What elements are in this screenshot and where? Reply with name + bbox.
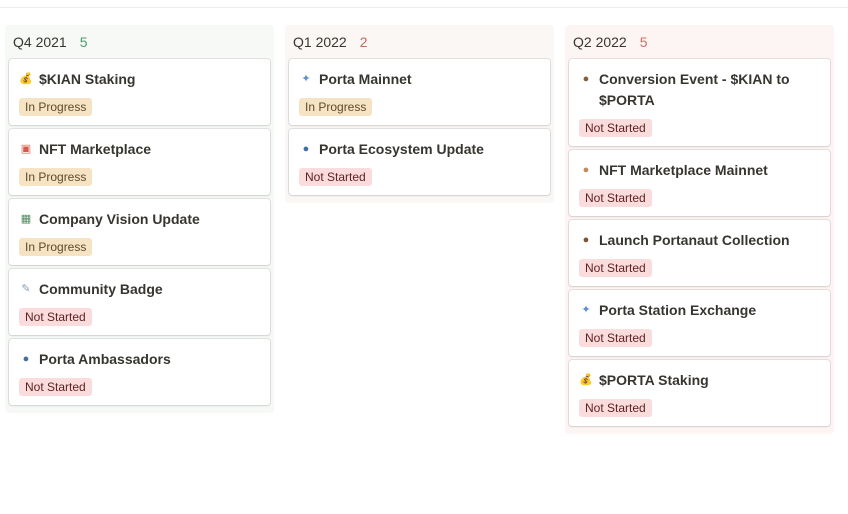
card-title: NFT Marketplace Mainnet — [599, 162, 768, 178]
roadmap-card[interactable]: ✎ Community Badge Not Started — [9, 269, 270, 335]
status-badge: Not Started — [579, 329, 652, 347]
roadmap-card[interactable]: ● Porta Ecosystem Update Not Started — [289, 129, 550, 195]
monkey-face-icon: ● — [582, 164, 590, 176]
card-title: $KIAN Staking — [39, 71, 136, 87]
column-count: 5 — [639, 34, 648, 50]
column-header[interactable]: Q4 2021 5 — [9, 25, 270, 59]
column-header[interactable]: Q1 2022 2 — [289, 25, 550, 59]
card-title-row: 💰 $KIAN Staking — [19, 69, 260, 90]
money-bag-icon: 💰 — [19, 73, 33, 85]
card-title-row: ▣ NFT Marketplace — [19, 139, 260, 160]
status-badge: Not Started — [579, 189, 652, 207]
astronaut-icon: ● — [582, 234, 590, 246]
roadmap-card[interactable]: ▦ Company Vision Update In Progress — [9, 199, 270, 265]
card-title: Porta Station Exchange — [599, 302, 757, 318]
status-badge: In Progress — [19, 238, 93, 256]
roadmap-card[interactable]: ● NFT Marketplace Mainnet Not Started — [569, 150, 830, 216]
status-badge: Not Started — [579, 119, 652, 137]
roadmap-card[interactable]: ✦ Porta Station Exchange Not Started — [569, 290, 830, 356]
roadmap-card[interactable]: ▣ NFT Marketplace In Progress — [9, 129, 270, 195]
card-title: Conversion Event - $KIAN to $PORTA — [599, 71, 790, 108]
landscape-picture-icon: ▦ — [20, 213, 32, 225]
status-badge: In Progress — [19, 98, 93, 116]
card-title: Porta Ecosystem Update — [319, 141, 484, 157]
card-title: Porta Ambassadors — [39, 351, 171, 367]
board-column: Q4 2021 5 💰 $KIAN Staking In Progress ▣ NFT Ma… — [5, 25, 274, 413]
card-list: 💰 $KIAN Staking In Progress ▣ NFT Marketplac… — [9, 59, 270, 405]
board-column: Q2 2022 5 ● Conversion Event - $KIAN to $PO… — [565, 25, 834, 434]
column-header[interactable]: Q2 2022 5 — [569, 25, 830, 59]
roadmap-card[interactable]: 💰 $KIAN Staking In Progress — [9, 59, 270, 125]
card-title-row: ✎ Community Badge — [19, 279, 260, 300]
card-title-row: ● NFT Marketplace Mainnet — [579, 160, 820, 181]
board-column: Q1 2022 2 ✦ Porta Mainnet In Progress ● Porta … — [285, 25, 554, 203]
column-count: 5 — [79, 34, 88, 50]
sparkles-icon: ✦ — [581, 304, 591, 316]
kanban-board: Q4 2021 5 💰 $KIAN Staking In Progress ▣ NFT Ma… — [5, 25, 834, 434]
roadmap-card[interactable]: ● Launch Portanaut Collection Not Started — [569, 220, 830, 286]
people-icon: ● — [302, 143, 310, 155]
person-icon: ● — [582, 73, 590, 85]
card-title: NFT Marketplace — [39, 141, 152, 157]
sparkles-icon: ✦ — [301, 73, 311, 85]
status-badge: Not Started — [299, 168, 372, 186]
status-badge: Not Started — [19, 378, 92, 396]
card-title: Launch Portanaut Collection — [599, 232, 790, 248]
people-icon: ● — [22, 353, 30, 365]
syringe-icon: ✎ — [21, 283, 31, 295]
card-title: Porta Mainnet — [319, 71, 412, 87]
card-list: ● Conversion Event - $KIAN to $PORTA Not S… — [569, 59, 830, 426]
column-title: Q1 2022 — [293, 34, 347, 50]
framed-picture-icon: ▣ — [20, 143, 32, 155]
roadmap-card[interactable]: 💰 $PORTA Staking Not Started — [569, 360, 830, 426]
card-title-row: 💰 $PORTA Staking — [579, 370, 820, 391]
status-badge: Not Started — [579, 259, 652, 277]
money-bag-icon: 💰 — [579, 374, 593, 386]
status-badge: In Progress — [19, 168, 93, 186]
card-title-row: ● Porta Ambassadors — [19, 349, 260, 370]
card-title: Company Vision Update — [39, 211, 200, 227]
status-badge: Not Started — [579, 399, 652, 417]
card-list: ✦ Porta Mainnet In Progress ● Porta Ecosyste… — [289, 59, 550, 195]
card-title-row: ● Porta Ecosystem Update — [299, 139, 540, 160]
roadmap-card[interactable]: ● Porta Ambassadors Not Started — [9, 339, 270, 405]
card-title: Community Badge — [39, 281, 163, 297]
card-title-row: ✦ Porta Station Exchange — [579, 300, 820, 321]
column-count: 2 — [359, 34, 368, 50]
roadmap-card[interactable]: ✦ Porta Mainnet In Progress — [289, 59, 550, 125]
card-title-row: ● Conversion Event - $KIAN to $PORTA — [579, 69, 820, 111]
card-title-row: ▦ Company Vision Update — [19, 209, 260, 230]
roadmap-card[interactable]: ● Conversion Event - $KIAN to $PORTA Not S… — [569, 59, 830, 146]
card-title-row: ✦ Porta Mainnet — [299, 69, 540, 90]
top-divider — [0, 7, 848, 8]
card-title-row: ● Launch Portanaut Collection — [579, 230, 820, 251]
status-badge: In Progress — [299, 98, 373, 116]
column-title: Q2 2022 — [573, 34, 627, 50]
column-title: Q4 2021 — [13, 34, 67, 50]
status-badge: Not Started — [19, 308, 92, 326]
card-title: $PORTA Staking — [599, 372, 709, 388]
